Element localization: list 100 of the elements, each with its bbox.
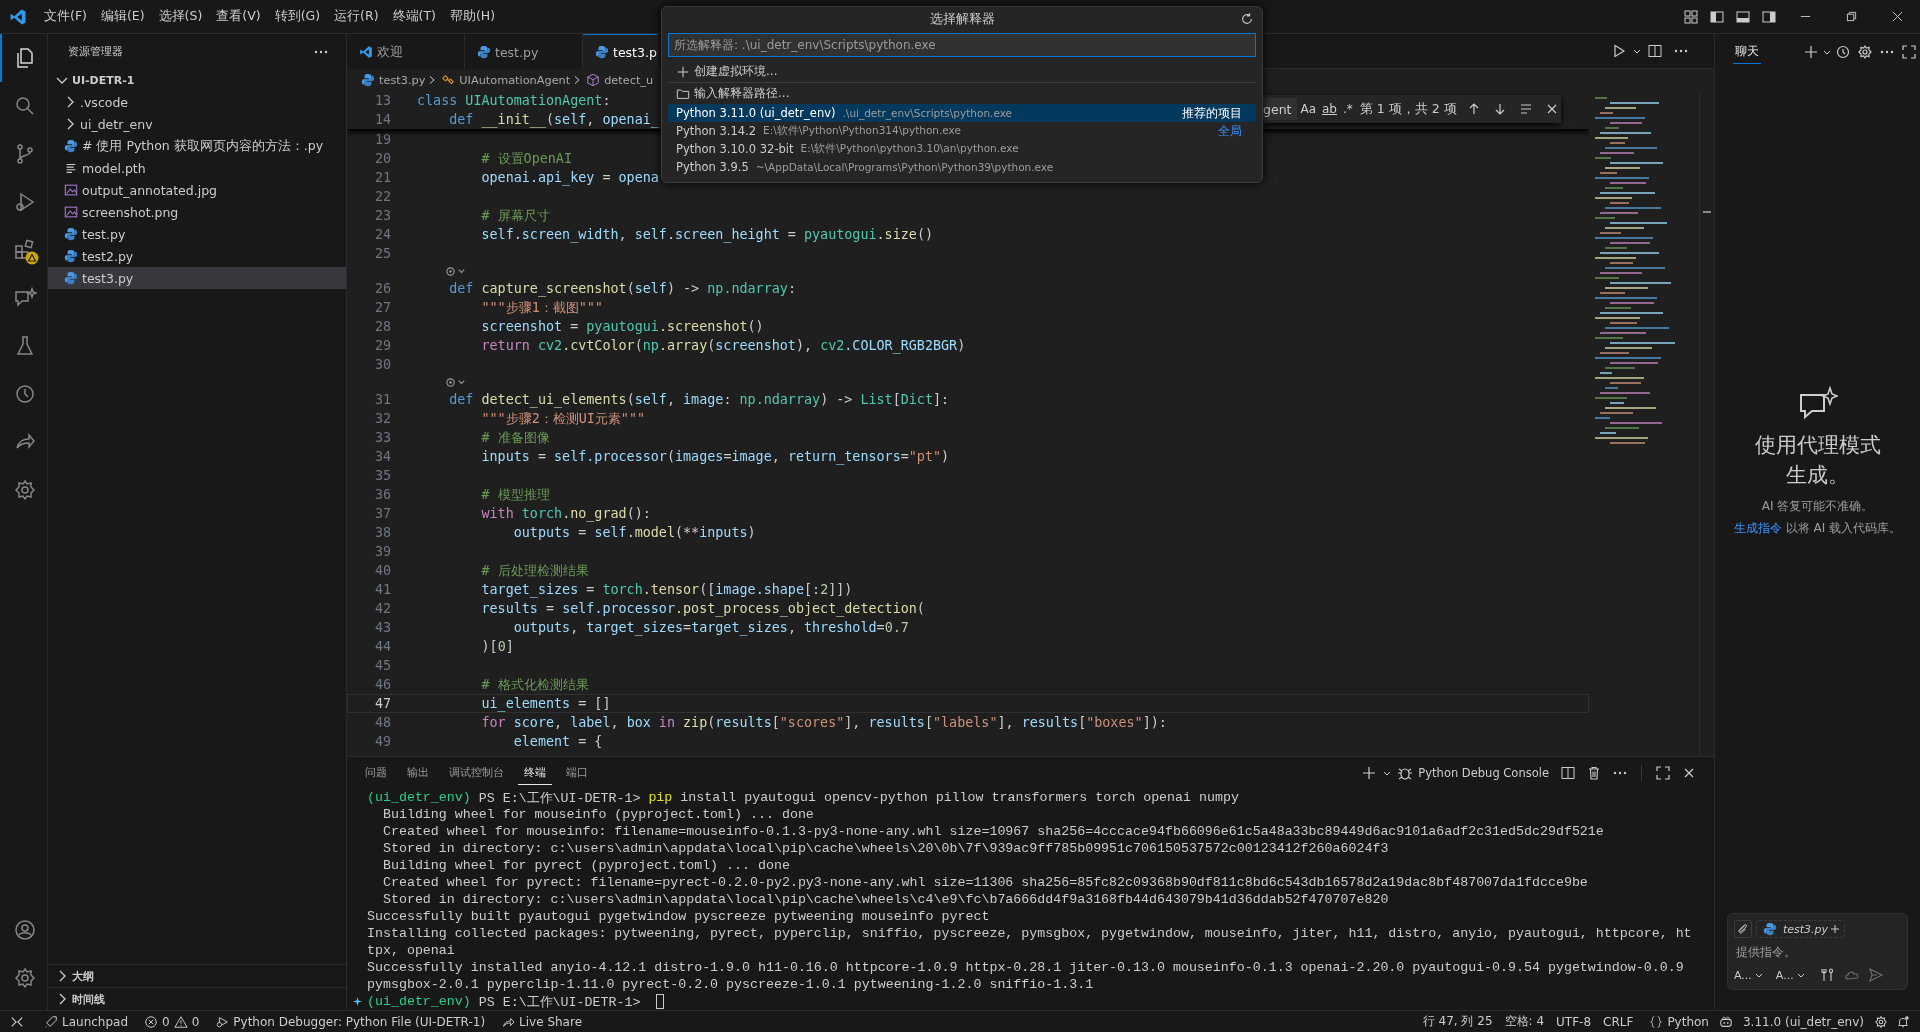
line-number: 21 <box>373 170 391 185</box>
chat-tab[interactable]: 聊天 <box>1733 39 1761 64</box>
plus-icon[interactable] <box>1830 924 1841 934</box>
problems-item[interactable]: 0 0 <box>134 1014 206 1029</box>
panel-tab[interactable]: 端口 <box>560 761 594 785</box>
menu-item[interactable]: 查看(V) <box>209 5 268 28</box>
menu-item[interactable]: 文件(F) <box>37 5 94 28</box>
settings-icon[interactable] <box>12 966 37 990</box>
panel-tab[interactable]: 终端 <box>518 761 552 785</box>
panel-tab[interactable]: 问题 <box>359 761 393 785</box>
menu-item[interactable]: 帮助(H) <box>442 5 503 28</box>
section-header[interactable]: 大纲 <box>48 964 346 987</box>
find-input[interactable]: gent <box>1261 98 1298 120</box>
plus-icon[interactable] <box>1803 43 1819 60</box>
tools-icon[interactable] <box>1819 967 1836 983</box>
indentation-item[interactable]: 空格: 4 <box>1498 1013 1551 1030</box>
breadcrumb-item[interactable]: UIAutomationAgent <box>439 73 571 87</box>
terminal-profile[interactable]: Python Debug Console <box>1392 765 1549 781</box>
interpreter-option[interactable]: Python 3.10.0 32-bit E:\软件\Python\python3.10\an\python.exe <box>668 140 1256 158</box>
tree-item[interactable]: model.pth <box>48 157 346 179</box>
menu-item[interactable]: 运行(R) <box>327 5 386 28</box>
panel-tab[interactable]: 调试控制台 <box>443 761 510 785</box>
tree-item[interactable]: # 使用 Python 获取网页内容的方法：.py <box>48 135 346 157</box>
maximize-icon[interactable] <box>1901 43 1917 60</box>
terminal-line: Installing collected packages: pytweening, pyrect, pyperclip, sniffio, pyscreeze, pymsgbox, pygetwindow, mouseinfo, jiter, h11, distro, anyio, pyautogui, httpcore, ht <box>367 926 1692 941</box>
line-number: 45 <box>373 658 391 673</box>
panel-tab[interactable]: 输出 <box>401 761 435 785</box>
chat-input-placeholder[interactable]: 提供指令。 <box>1734 944 1901 961</box>
code-line: results = self.processor.post_process_object_detection( <box>480 601 925 616</box>
run-icon[interactable] <box>1611 43 1627 59</box>
model-picker[interactable]: A... <box>1775 968 1806 982</box>
menu-item[interactable]: 选择(S) <box>151 5 210 28</box>
history-icon[interactable] <box>1835 43 1851 60</box>
code-line: """步骤2：检测UI元素""" <box>480 409 646 428</box>
split-editor-icon[interactable] <box>1647 43 1663 59</box>
tree-item[interactable]: UI-DETR-1 <box>48 69 346 91</box>
interpreter-search-field[interactable]: 所选解释器: .\ui_detr_env\Scripts\python.exe <box>668 33 1256 57</box>
maximize-icon[interactable] <box>1655 765 1671 781</box>
line-ending-item[interactable]: CRLF <box>1597 1014 1640 1029</box>
interpreter-option[interactable]: Python 3.14.2 E:\软件\Python\Python314\python.exe 全局 <box>668 122 1256 140</box>
menu-item[interactable]: 转到(G) <box>267 5 328 28</box>
breadcrumb-item[interactable]: test3.py <box>359 73 426 87</box>
code-line: # 模型推理 <box>480 485 550 504</box>
account-icon[interactable] <box>12 918 37 942</box>
breadcrumb-item[interactable]: detect_u <box>584 73 654 87</box>
terminal-line: Successfully installed anyio-4.12.1 distro-1.9.0 h11-0.16.0 httpcore-1.0.9 httpx-0.28.1 jiter-0.13.0 mouseinfo-0.1.3 openai-2.20.0 pyautogui-0.9.54 pygetwindow-0.0.9 <box>367 960 1684 975</box>
editor-tab[interactable]: test3.p <box>583 34 658 69</box>
secondary-sidebar-toggle-icon[interactable] <box>1761 8 1777 25</box>
settings-icon[interactable] <box>1857 43 1873 60</box>
chat-input-box[interactable]: test3.py 提供指令。 A... A... <box>1727 913 1908 990</box>
generate-instructions-link[interactable]: 生成指令 <box>1733 520 1782 535</box>
layout-grid-icon[interactable] <box>1683 8 1699 25</box>
sparkle-gear-icon[interactable] <box>445 265 467 277</box>
cursor-position[interactable]: 行 47, 列 25 <box>1416 1013 1499 1030</box>
interpreter-option[interactable]: Python 3.9.5 ~\AppData\Local\Programs\Python\Python39\python.exe <box>668 158 1256 176</box>
copilot-icon[interactable] <box>1719 1014 1733 1029</box>
menu-item[interactable]: 终端(T) <box>385 5 443 28</box>
tree-item[interactable]: screenshot.png <box>48 201 346 223</box>
send-icon[interactable] <box>1867 967 1884 983</box>
remote-icon[interactable] <box>10 1014 24 1029</box>
model-picker[interactable]: A... <box>1734 968 1764 982</box>
tree-item[interactable]: .vscode <box>48 91 346 113</box>
refresh-icon[interactable] <box>1240 12 1254 26</box>
live-share-item[interactable]: Live Share <box>491 1014 589 1029</box>
sidebar-toggle-icon[interactable] <box>1709 8 1725 25</box>
terminal-line: Stored in directory: c:\users\admin\appdata\local\pip\cache\wheels\20\0b\7f\939ac9ff785b09951c706150537572c00123412f260a6024f3 <box>381 841 1389 856</box>
interpreter-option[interactable]: Python 3.11.0 (ui_detr_env) .\ui_detr_env\Scripts\python.exe 推荐的项目 <box>668 104 1256 122</box>
editor-tab[interactable]: 欢迎 <box>347 34 465 69</box>
tree-item[interactable]: output_annotated.jpg <box>48 179 346 201</box>
chat-note: AI 答复可能不准确。 <box>1761 497 1874 515</box>
tree-item[interactable]: test.py <box>48 223 346 245</box>
prompt-path: PS E:\工作\UI-DETR-1> <box>478 789 641 807</box>
code-line: # 准备图像 <box>480 428 550 447</box>
trash-icon[interactable] <box>1586 765 1602 781</box>
find-option-toggle[interactable]: Aa <box>1297 102 1319 116</box>
debugger-item[interactable]: Python Debugger: Python File (UI-DETR-1) <box>205 1014 492 1029</box>
tree-item[interactable]: test3.py <box>48 267 346 289</box>
interpreter-item[interactable]: 3.11.0 (ui_detr_env) <box>1737 1014 1870 1029</box>
bell-icon[interactable] <box>1896 1014 1910 1029</box>
cog-icon[interactable] <box>1874 1014 1888 1029</box>
line-number: 14 <box>373 112 391 127</box>
plus-icon[interactable] <box>1361 765 1378 781</box>
line-number: 23 <box>373 208 391 223</box>
sparkle-icon <box>351 996 363 1007</box>
language-mode[interactable]: Python <box>1639 1014 1715 1029</box>
find-option-toggle[interactable]: .* <box>1340 102 1356 116</box>
encoding-item[interactable]: UTF-8 <box>1550 1014 1598 1029</box>
find-option-toggle[interactable]: ab <box>1319 102 1340 116</box>
file-chip[interactable]: test3.py <box>1756 920 1846 938</box>
chat-sparkle-icon <box>1797 385 1838 422</box>
tree-item[interactable]: ui_detr_env <box>48 113 346 135</box>
menu-item[interactable]: 编辑(E) <box>93 5 152 28</box>
launchpad-item[interactable]: Launchpad <box>34 1014 135 1029</box>
split-terminal-icon[interactable] <box>1560 765 1576 781</box>
picker-action[interactable]: 创建虚拟环境... <box>668 61 1256 82</box>
paperclip-icon[interactable] <box>1734 920 1752 938</box>
panel-toggle-icon[interactable] <box>1735 8 1751 25</box>
terminal-line: Building wheel for pyrect (pyproject.toml) ... done <box>381 858 790 873</box>
tree-item[interactable]: test2.py <box>48 245 346 267</box>
sparkle-gear-icon[interactable] <box>445 376 467 388</box>
